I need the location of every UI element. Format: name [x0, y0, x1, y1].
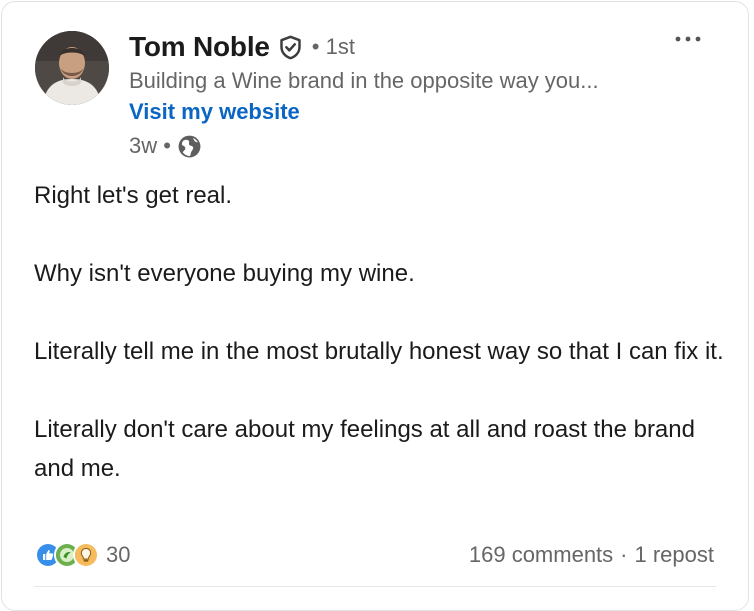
post-text: Right let's get real. Why isn't everyone…: [34, 176, 724, 527]
post-paragraph: Literally don't care about my feelings a…: [34, 416, 695, 482]
social-counts: 169 comments · 1 repost: [469, 539, 714, 571]
post-card: Tom Noble • 1st Building a Wine brand in…: [1, 1, 749, 611]
reaction-icons: [35, 542, 99, 568]
post-paragraph: Why isn't everyone buying my wine.: [34, 260, 415, 287]
verified-shield-icon: [277, 34, 304, 61]
author-headline[interactable]: Building a Wine brand in the opposite wa…: [129, 68, 599, 94]
globe-icon: [177, 134, 202, 159]
post-paragraph: Literally tell me in the most brutally h…: [34, 338, 724, 365]
visit-website-link[interactable]: Visit my website: [129, 99, 300, 125]
post-meta: 3w •: [129, 130, 202, 162]
reactions-summary[interactable]: 30: [35, 539, 130, 571]
insightful-icon: [73, 542, 99, 568]
counts-separator: ·: [620, 542, 628, 567]
author-name[interactable]: Tom Noble: [129, 31, 270, 63]
ellipsis-icon: [675, 36, 701, 42]
comments-count-link[interactable]: 169 comments: [469, 542, 613, 568]
author-name-row: Tom Noble • 1st: [129, 26, 355, 68]
reposts-count-link[interactable]: 1 repost: [635, 542, 715, 568]
post-paragraph: Right let's get real.: [34, 182, 233, 209]
author-avatar[interactable]: [35, 31, 109, 105]
degree-dot: •: [311, 34, 326, 59]
connection-degree: • 1st: [312, 34, 355, 60]
degree-label: 1st: [325, 34, 355, 59]
reaction-count: 30: [106, 542, 131, 567]
meta-dot: •: [157, 133, 171, 158]
divider: [34, 586, 716, 587]
post-time: 3w: [129, 133, 158, 158]
more-options-button[interactable]: [668, 24, 708, 54]
